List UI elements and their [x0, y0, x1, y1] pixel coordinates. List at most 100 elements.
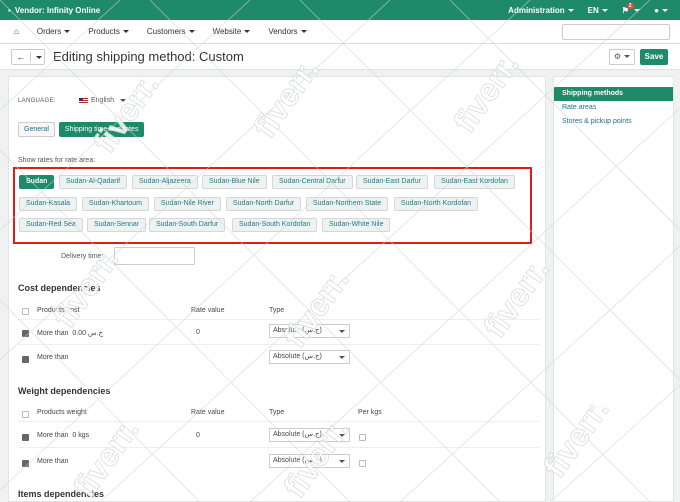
chevron-down-icon: [188, 30, 195, 34]
divider: [18, 319, 539, 320]
delivery-time-input[interactable]: [114, 247, 195, 265]
area-pill[interactable]: Sudan-North Kordofan: [394, 197, 479, 211]
sidebar-item-rate-areas[interactable]: Rate areas: [554, 101, 673, 115]
user-icon: ●: [654, 5, 659, 15]
chevron-down-icon: [244, 30, 251, 34]
tabs: General Shipping time and rates: [18, 122, 145, 137]
col-rate-value: Rate value: [191, 307, 225, 314]
us-flag-icon: [79, 97, 88, 104]
col-rate-value: Rate value: [191, 409, 225, 416]
nav-vendors[interactable]: Vendors: [268, 27, 307, 36]
sidebar-item-shipping-methods[interactable]: Shipping methods: [554, 87, 673, 101]
nav-products[interactable]: Products: [88, 27, 129, 36]
vendor-switcher[interactable]: ▪ Vendor: Infinity Online: [8, 6, 100, 15]
main-nav: ⌂ Orders Products Customers Website Vend…: [0, 20, 680, 44]
col-per-kgs: Per kgs: [358, 409, 382, 416]
cost-dependencies-title: Cost dependencies: [18, 283, 101, 293]
delivery-time-label: Delivery time:: [61, 253, 104, 260]
divider: [18, 421, 539, 422]
area-pill[interactable]: Sudan: [19, 175, 55, 189]
chevron-down-icon: [122, 30, 129, 34]
back-button[interactable]: ←: [11, 49, 45, 65]
row-checkbox[interactable]: [22, 434, 29, 441]
more-than-label: More than: [37, 354, 69, 361]
area-pill[interactable]: Sudan-Khartoum: [82, 197, 149, 211]
gear-icon: ⚙: [613, 52, 622, 61]
nav-customers[interactable]: Customers: [147, 27, 195, 36]
chevron-down-icon: [634, 8, 641, 12]
area-pill[interactable]: Sudan-Northern State: [306, 197, 389, 211]
chevron-down-icon: [64, 30, 71, 34]
area-pill[interactable]: Sudan-Central Darfur: [272, 175, 353, 189]
col-type: Type: [269, 307, 285, 314]
more-than-label: More than: [37, 458, 69, 465]
administration-menu[interactable]: Administration: [508, 6, 574, 15]
language-label: LANGUAGE:: [18, 98, 56, 104]
weight-dependencies-title: Weight dependencies: [18, 386, 111, 396]
col-products-weight: Products weight: [37, 409, 87, 416]
chevron-down-icon: [339, 460, 345, 463]
per-kgs-checkbox[interactable]: [359, 460, 366, 467]
home-icon[interactable]: ⌂: [14, 27, 19, 36]
chevron-down-icon: [339, 434, 345, 437]
table-row: More than 0.00 ج.س: [37, 330, 104, 337]
type-select[interactable]: Absolute (ج.س): [269, 428, 350, 442]
vendor-name: Vendor: Infinity Online: [14, 5, 101, 15]
area-pill[interactable]: Sudan-Aljazeera: [132, 175, 198, 189]
chevron-down-icon: [31, 53, 44, 62]
items-dependencies-title: Items dependencies: [18, 489, 105, 499]
user-menu[interactable]: ●: [654, 6, 668, 15]
type-select[interactable]: Absolute (ج.س): [269, 454, 350, 468]
area-pill[interactable]: Sudan-South Darfur: [149, 218, 226, 232]
area-pill[interactable]: Sudan-North Darfur: [226, 197, 302, 211]
divider: [18, 344, 539, 345]
language-selector[interactable]: English: [79, 97, 126, 104]
area-pill[interactable]: Sudan-Kasala: [19, 197, 77, 211]
type-select[interactable]: Absolute (ج.س): [269, 324, 350, 338]
settings-button[interactable]: ⚙: [609, 49, 635, 65]
select-all-checkbox[interactable]: [22, 308, 29, 315]
chevron-down-icon: [339, 330, 345, 333]
row-checkbox[interactable]: [22, 330, 29, 337]
language-value: English: [91, 97, 114, 104]
notifications-menu[interactable]: ⚑ 2: [622, 2, 641, 15]
notification-badge: 2: [626, 2, 634, 9]
area-pill[interactable]: Sudan-Nile River: [154, 197, 221, 211]
row-checkbox[interactable]: [22, 460, 29, 467]
chevron-down-icon: [567, 8, 574, 12]
search-input[interactable]: [562, 24, 670, 40]
area-pill[interactable]: Sudan-Sennar: [87, 218, 147, 232]
type-select[interactable]: Absolute (ج.س): [269, 350, 350, 364]
divider: [18, 447, 539, 448]
chevron-down-icon: [119, 99, 126, 102]
row-checkbox[interactable]: [22, 356, 29, 363]
area-pill[interactable]: Sudan-East Darfur: [356, 175, 428, 189]
area-pill[interactable]: Sudan-South Kordofan: [232, 218, 318, 232]
tab-general[interactable]: General: [18, 122, 55, 137]
chevron-down-icon: [300, 30, 307, 34]
area-pill[interactable]: Sudan-Al-Qadarif: [59, 175, 128, 189]
tab-shipping-time-rates[interactable]: Shipping time and rates: [58, 122, 145, 137]
main-content: LANGUAGE: English General Shipping time …: [8, 76, 546, 502]
language-menu[interactable]: EN: [588, 6, 608, 15]
area-pill[interactable]: Sudan-East Kordofan: [434, 175, 515, 189]
nav-orders[interactable]: Orders: [37, 27, 71, 36]
area-pill[interactable]: Sudan-Red Sea: [19, 218, 83, 232]
per-kgs-checkbox[interactable]: [359, 434, 366, 441]
sidebar-item-stores-pickup[interactable]: Stores & pickup points: [554, 115, 673, 129]
area-pill[interactable]: Sudan-White Nile: [322, 218, 391, 232]
area-pill[interactable]: Sudan-Blue Nile: [202, 175, 267, 189]
col-products-cost: Products cost: [37, 307, 80, 314]
chevron-down-icon: [339, 356, 345, 359]
sidebar: Shipping methods Rate areas Stores & pic…: [553, 76, 674, 502]
arrow-left-icon: ←: [12, 52, 31, 62]
rate-value[interactable]: 0: [196, 329, 200, 336]
chevron-down-icon: [601, 8, 608, 12]
rate-value[interactable]: 0: [196, 432, 200, 439]
nav-website[interactable]: Website: [213, 27, 251, 36]
store-icon: ▪: [8, 5, 11, 15]
select-all-checkbox[interactable]: [22, 411, 29, 418]
page-toolbar: ← Editing shipping method: Custom ⚙ Save: [0, 44, 680, 70]
save-button[interactable]: Save: [640, 49, 668, 65]
page-title: Editing shipping method: Custom: [53, 49, 244, 64]
